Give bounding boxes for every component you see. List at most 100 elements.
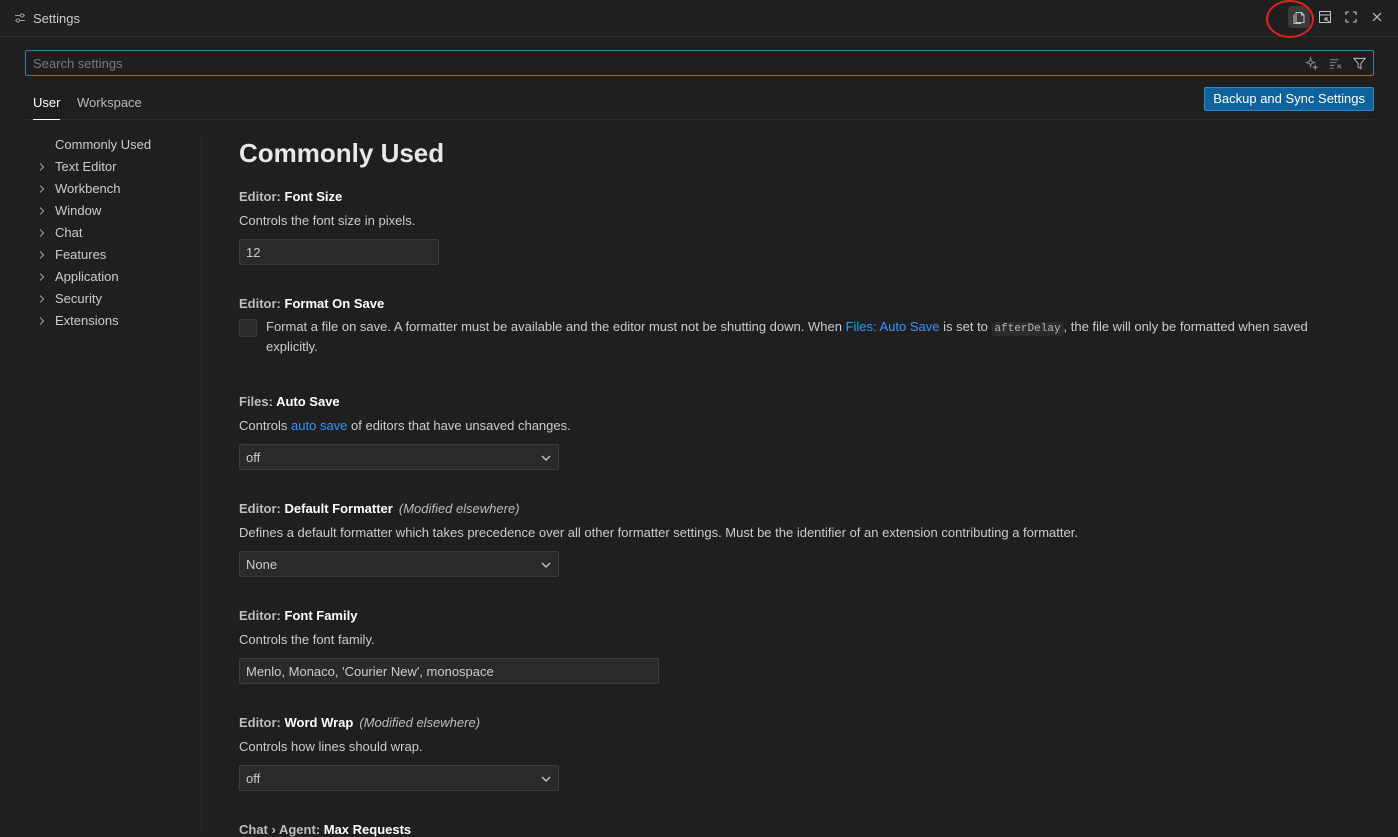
select-value: None: [246, 557, 278, 572]
setting-font-size: Editor: Font Size Controls the font size…: [239, 189, 1369, 265]
select-value: off: [246, 771, 261, 786]
modified-elsewhere-indicator[interactable]: (Modified elsewhere): [359, 715, 480, 730]
code-snippet: afterDelay: [991, 322, 1064, 336]
maximize-button[interactable]: [1340, 6, 1362, 28]
setting-name: Font Family: [284, 608, 358, 623]
search-box[interactable]: [25, 50, 1374, 76]
close-button[interactable]: [1366, 6, 1388, 28]
title-bar: Settings: [0, 0, 1398, 37]
font-family-input[interactable]: [239, 658, 659, 684]
tab-user[interactable]: User: [33, 95, 61, 120]
font-size-input[interactable]: [239, 239, 439, 265]
format-on-save-checkbox[interactable]: [239, 319, 257, 337]
section-heading: Commonly Used: [239, 138, 445, 168]
setting-description: Controls auto save of editors that have …: [239, 417, 1369, 435]
toc-item-security[interactable]: Security: [25, 288, 201, 310]
setting-description: Controls the font size in pixels.: [239, 213, 416, 228]
search-actions: [1303, 55, 1367, 71]
search-input[interactable]: [26, 51, 1286, 75]
setting-name: Word Wrap: [284, 715, 354, 730]
setting-name: Auto Save: [276, 394, 340, 409]
chevron-right-icon: [39, 317, 45, 325]
setting-font-family: Editor: Font Family Controls the font fa…: [239, 608, 1369, 684]
tab-workspace[interactable]: Workspace: [77, 95, 142, 119]
open-settings-json-icon: [1293, 12, 1305, 24]
toc-item-features[interactable]: Features: [25, 244, 201, 266]
sparkle-icon: [1304, 55, 1319, 71]
toc-item-commonly-used[interactable]: Commonly Used: [25, 134, 201, 156]
auto-save-select[interactable]: off: [239, 444, 559, 470]
modified-elsewhere-indicator[interactable]: (Modified elsewhere): [399, 501, 520, 516]
default-formatter-select[interactable]: None: [239, 551, 559, 577]
setting-category: Editor:: [239, 715, 285, 730]
setting-category: Editor:: [239, 296, 285, 311]
maximize-icon: [1345, 11, 1357, 23]
auto-save-link[interactable]: Files: Auto Save: [846, 319, 940, 334]
setting-category: Editor:: [239, 189, 285, 204]
filter-icon: [1352, 57, 1366, 69]
toc-item-label: Commonly Used: [55, 137, 152, 152]
auto-save-docs-link[interactable]: auto save: [291, 418, 347, 433]
description-text: of editors that have unsaved changes.: [347, 418, 571, 433]
chevron-right-icon: [39, 185, 45, 193]
toc-item-label: Window: [55, 203, 102, 218]
toc-item-label: Chat: [55, 225, 83, 240]
toc-item-chat[interactable]: Chat: [25, 222, 201, 244]
setting-description: Defines a default formatter which takes …: [239, 525, 1078, 540]
toc-item-extensions[interactable]: Extensions: [25, 310, 201, 332]
window-title: Settings: [33, 11, 80, 26]
toc-item-label: Text Editor: [55, 159, 117, 174]
toc-item-label: Application: [55, 269, 119, 284]
toc-item-text-editor[interactable]: Text Editor: [25, 156, 201, 178]
description-text: Controls: [239, 418, 292, 433]
filter-button[interactable]: [1351, 55, 1367, 71]
setting-title: Files: Auto Save: [239, 394, 1369, 409]
settings-tabs: User Workspace Backup and Sync Settings: [25, 87, 1374, 120]
setting-name: Default Formatter: [284, 501, 393, 516]
chevron-right-icon: [39, 229, 45, 237]
sparkle-button[interactable]: [1303, 55, 1319, 71]
setting-title: Editor: Font Family: [239, 608, 1369, 623]
chevron-right-icon: [39, 163, 45, 171]
chevron-right-icon: [39, 207, 45, 215]
setting-title: Editor: Word Wrap (Modified elsewhere): [239, 715, 1369, 730]
setting-title: Editor: Default Formatter (Modified elsew…: [239, 501, 1369, 516]
setting-auto-save: Files: Auto Save Controls auto save of e…: [239, 394, 1369, 470]
toc-item-window[interactable]: Window: [25, 200, 201, 222]
toc-item-label: Workbench: [55, 181, 121, 196]
setting-category: Editor:: [239, 608, 285, 623]
settings-sliders-icon: [15, 13, 25, 23]
setting-format-on-save: Editor: Format On Save Format a file on …: [239, 296, 1369, 356]
word-wrap-select[interactable]: off: [239, 765, 559, 791]
clear-filter-button[interactable]: [1327, 55, 1343, 71]
setting-name: Font Size: [284, 189, 343, 204]
toc-divider: [201, 134, 202, 835]
toc-item-application[interactable]: Application: [25, 266, 201, 288]
open-settings-json-button[interactable]: [1288, 6, 1310, 28]
settings-toc: Commonly Used Text Editor Workbench Window C…: [25, 134, 201, 332]
split-editor-icon: [1319, 11, 1331, 23]
setting-category: Files:: [239, 394, 277, 409]
chevron-down-icon: [541, 562, 551, 568]
toc-item-label: Extensions: [55, 313, 119, 328]
chevron-down-icon: [541, 455, 551, 461]
chevron-right-icon: [39, 251, 45, 259]
chevron-right-icon: [39, 273, 45, 281]
setting-word-wrap: Editor: Word Wrap (Modified elsewhere) Co…: [239, 715, 1369, 791]
setting-default-formatter: Editor: Default Formatter (Modified elsew…: [239, 501, 1369, 577]
split-editor-button[interactable]: [1314, 6, 1336, 28]
backup-sync-button[interactable]: Backup and Sync Settings: [1204, 87, 1374, 111]
chevron-down-icon: [541, 776, 551, 782]
toc-item-label: Features: [55, 247, 107, 262]
setting-title: Editor: Format On Save: [239, 296, 1369, 311]
editor-actions: [1288, 6, 1388, 28]
toc-item-workbench[interactable]: Workbench: [25, 178, 201, 200]
setting-category: Editor:: [239, 501, 285, 516]
setting-description: Controls how lines should wrap.: [239, 739, 423, 754]
setting-title: Editor: Font Size: [239, 189, 1369, 204]
setting-name: Format On Save: [284, 296, 385, 311]
select-value: off: [246, 450, 261, 465]
setting-description: Format a file on save. A formatter must …: [239, 318, 1361, 356]
format-on-save-row: Format a file on save. A formatter must …: [239, 318, 1369, 356]
clear-filter-icon: [1329, 58, 1341, 69]
